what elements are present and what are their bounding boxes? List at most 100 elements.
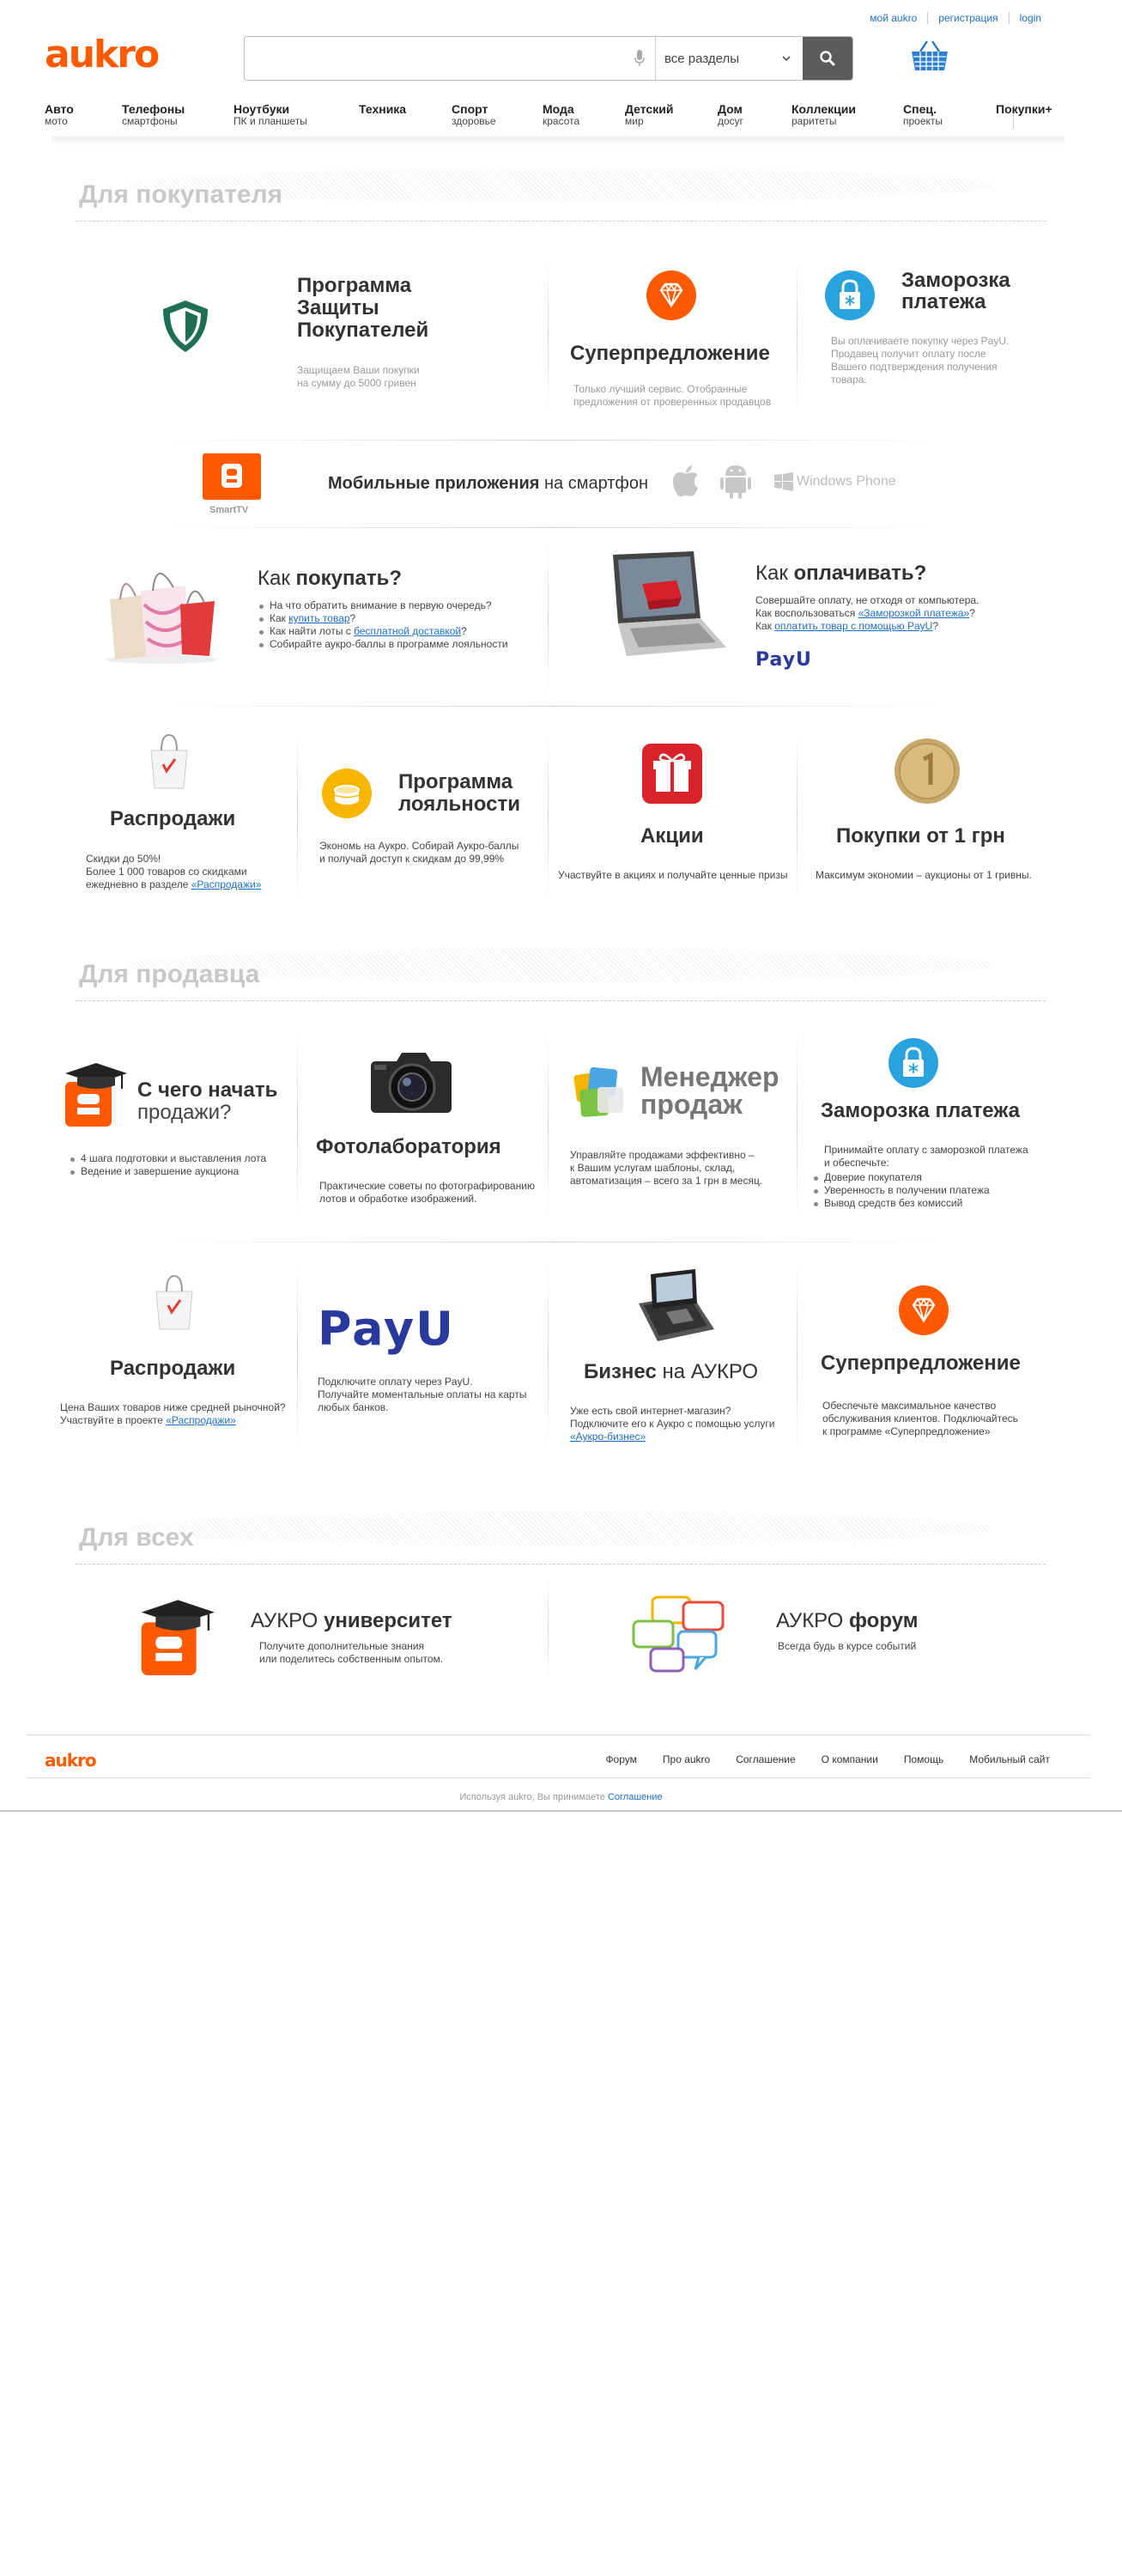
divider: [548, 1030, 549, 1219]
list-item: Как найти лоты с бесплатной доставкой?: [258, 625, 508, 638]
microphone-icon[interactable]: [624, 37, 655, 80]
list-item[interactable]: 4 шага подготовки и выставления лота: [69, 1152, 266, 1165]
text-line: к программе «Суперпредложение»: [822, 1425, 991, 1437]
nav-item-phones[interactable]: Телефоны смартфоны: [122, 103, 185, 127]
list-item[interactable]: Ведение и завершение аукциона: [69, 1165, 266, 1178]
top-links: мой aukro регистрация login: [859, 12, 1052, 24]
how-pay-title[interactable]: Как оплачивать?: [755, 562, 926, 586]
nav-item-auto[interactable]: Авто мото: [45, 103, 74, 127]
university-text: Получите дополнительные знания или подел…: [259, 1640, 443, 1666]
coins-icon: [321, 768, 373, 822]
text-bold: Бизнес: [584, 1360, 657, 1383]
nav-title: Дом: [718, 102, 743, 116]
text-line: Совершайте оплату, не отходя от компьюте…: [755, 594, 979, 607]
nav-item-purchases-plus[interactable]: Покупки+: [996, 103, 1052, 115]
business-title[interactable]: Бизнес на АУКРО: [584, 1360, 758, 1384]
nav-item-laptops[interactable]: Ноутбуки ПК и планшеты: [233, 103, 307, 127]
camera-icon: [364, 1046, 458, 1121]
footer-link-mobile-site[interactable]: Мобильный сайт: [969, 1753, 1050, 1765]
sales-link[interactable]: «Распродажи»: [166, 1414, 236, 1426]
forum-title[interactable]: АУКРО форум: [776, 1609, 918, 1633]
freeze-payment-link[interactable]: «Заморозкой платежа»: [858, 607, 970, 619]
section-select[interactable]: все разделы: [655, 37, 803, 80]
nav-title: Техника: [359, 102, 407, 116]
windows-phone-label[interactable]: Windows Phone: [797, 474, 896, 489]
nav-item-fashion[interactable]: Мода красота: [543, 103, 579, 127]
aukro-business-link[interactable]: «Аукро-бизнес»: [570, 1431, 646, 1443]
nav-item-kids[interactable]: Детский мир: [625, 103, 673, 127]
payu-pay-link[interactable]: оплатить товар с помощью PayU: [774, 620, 932, 632]
footer-logo[interactable]: aukro: [45, 1750, 97, 1771]
free-delivery-link[interactable]: бесплатной доставкой: [354, 625, 461, 637]
nav-sub: ПК и планшеты: [233, 115, 307, 127]
sales-title[interactable]: Распродажи: [110, 807, 235, 831]
footer-link-forum[interactable]: Форум: [605, 1753, 636, 1765]
footer-link-company[interactable]: О компании: [822, 1753, 878, 1765]
super-title[interactable]: Суперпредложение: [570, 342, 770, 366]
site-logo[interactable]: aukro: [45, 36, 160, 74]
loyalty-title[interactable]: Программа лояльности: [398, 771, 527, 816]
start-title[interactable]: С чего начать: [137, 1078, 277, 1103]
text: ?: [461, 625, 467, 637]
smarttv-app-icon[interactable]: [203, 453, 261, 502]
text-line: и получай доступ к скидкам до 99,99%: [319, 853, 505, 865]
divider: [797, 1030, 798, 1219]
protection-title[interactable]: Программа Защиты Покупателей: [297, 275, 460, 342]
seller-sales-title[interactable]: Распродажи: [110, 1357, 235, 1381]
cart-icon[interactable]: [910, 39, 949, 76]
text-bold: университет: [324, 1609, 452, 1632]
photo-title[interactable]: Фотолаборатория: [316, 1135, 501, 1159]
my-aukro-link[interactable]: мой aukro: [859, 12, 927, 24]
text: Как: [270, 612, 289, 624]
text-light: АУКРО: [776, 1609, 849, 1632]
payu-text: Подключите оплату через PayU. Получайте …: [318, 1376, 526, 1414]
seller-freeze-title[interactable]: Заморозка платежа: [821, 1099, 1020, 1123]
payu-logo[interactable]: PayU: [318, 1305, 455, 1353]
seller-super-title[interactable]: Суперпредложение: [821, 1352, 1021, 1376]
apple-icon[interactable]: [671, 464, 700, 501]
buy-item-link[interactable]: купить товар: [288, 612, 349, 624]
footer-link-agreement[interactable]: Соглашение: [736, 1753, 795, 1765]
register-link[interactable]: регистрация: [927, 12, 1008, 24]
text-line: на сумму до 5000 гривен: [297, 377, 416, 389]
login-link[interactable]: login: [1008, 12, 1052, 24]
forum-text: Всегда будь в курсе событий: [778, 1640, 917, 1652]
photo-text: Практические советы по фотографированию …: [319, 1180, 535, 1206]
footer-note: Используя aukro, Вы принимаете Соглашени…: [0, 1792, 1122, 1802]
divider: [797, 1262, 798, 1451]
nav-item-tech[interactable]: Техника: [359, 103, 406, 115]
text-line: Практические советы по фотографированию: [319, 1180, 535, 1192]
manager-logo-text[interactable]: Менеджер продаж: [640, 1063, 779, 1118]
footer-link-help[interactable]: Помощь: [904, 1753, 943, 1765]
sales-link[interactable]: «Распродажи»: [191, 878, 262, 890]
footer-agreement-link[interactable]: Соглашение: [608, 1792, 663, 1802]
university-title[interactable]: АУКРО университет: [251, 1609, 452, 1633]
chat-bubbles-icon: [630, 1595, 726, 1680]
nav-item-home[interactable]: Дом досуг: [718, 103, 743, 127]
freeze-title[interactable]: Заморозка платежа: [901, 270, 1022, 313]
divider: [155, 706, 953, 707]
divider: [797, 258, 798, 412]
nav-item-sport[interactable]: Спорт здоровье: [452, 103, 496, 127]
nav-item-collections[interactable]: Коллекции раритеты: [791, 103, 856, 127]
divider: [548, 1577, 549, 1680]
how-buy-title[interactable]: Как покупать?: [258, 567, 402, 591]
laptop-icon: [592, 550, 730, 669]
text-line: Уже есть свой интернет-магазин?: [570, 1405, 731, 1417]
text-line: «Аукро-бизнес»: [570, 1431, 775, 1443]
pos-terminal-icon: [632, 1269, 718, 1354]
one-grn-title[interactable]: Покупки от 1 грн: [836, 824, 1005, 848]
divider: [548, 1262, 549, 1451]
list-item: Уверенность в получении платежа: [812, 1184, 990, 1197]
search-button[interactable]: [803, 37, 852, 80]
android-icon[interactable]: [719, 462, 752, 502]
windows-phone-icon[interactable]: [774, 472, 793, 494]
footer-link-about-aukro[interactable]: Про aukro: [663, 1753, 710, 1765]
nav-item-special[interactable]: Спец. проекты: [903, 103, 943, 127]
page-bottom-border: [0, 1810, 1122, 1812]
loyalty-text: Экономь на Aукро. Собирай Аукро-баллы и …: [319, 840, 519, 866]
search-input[interactable]: [245, 37, 624, 80]
divider: [155, 527, 953, 528]
search-icon: [820, 51, 835, 66]
promo-title[interactable]: Акции: [640, 824, 704, 848]
